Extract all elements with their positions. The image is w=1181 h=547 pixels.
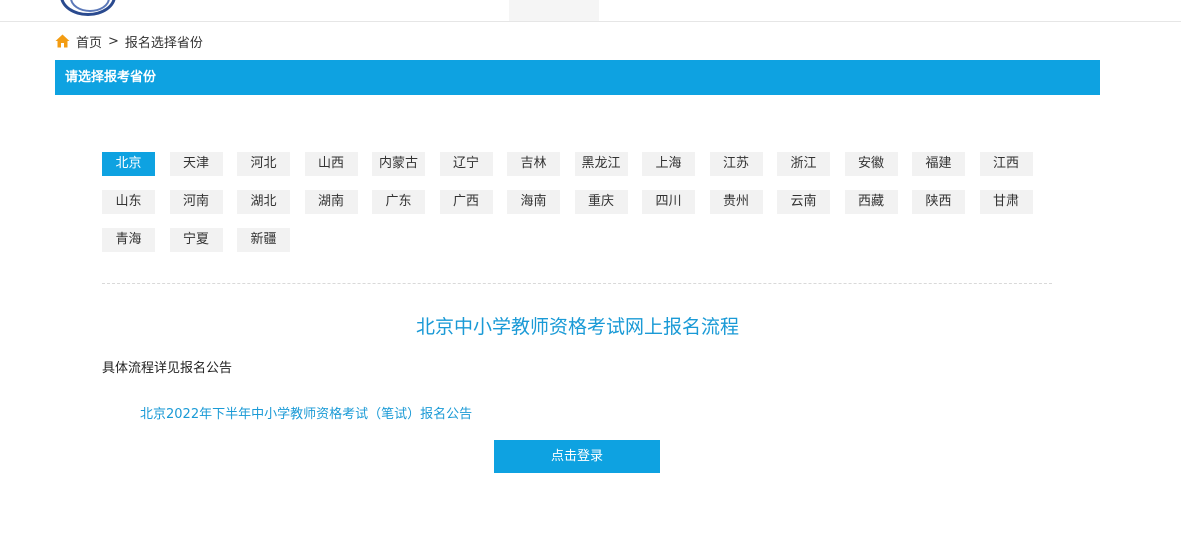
province-list: 北京 天津 河北 山西 内蒙古 辽宁 吉林 黑龙江 上海 江苏 浙江 安徽 福建 江西山东 河南 湖北 湖南 广东…	[102, 152, 1062, 252]
province-button[interactable]: 吉林	[507, 152, 560, 176]
divider	[102, 283, 1052, 284]
province-button[interactable]: 天津	[169, 152, 223, 176]
province-button[interactable]: 广西	[439, 190, 493, 214]
top-header	[0, 0, 1181, 22]
province-button[interactable]: 福建	[912, 152, 965, 176]
province-button[interactable]: 甘肃	[979, 190, 1033, 214]
province-button[interactable]: 海南	[507, 190, 560, 214]
province-button[interactable]: 重庆	[574, 190, 628, 214]
province-button[interactable]: 山东	[102, 190, 155, 214]
province-button[interactable]: 广东	[372, 190, 425, 214]
province-button[interactable]: 山西	[304, 152, 358, 176]
province-button[interactable]: 上海	[642, 152, 695, 176]
province-button[interactable]: 贵州	[709, 190, 763, 214]
province-button[interactable]: 湖南	[304, 190, 358, 214]
notice-link[interactable]: 北京2022年下半年中小学教师资格考试（笔试）报名公告	[140, 403, 472, 422]
province-button[interactable]: 黑龙江	[574, 152, 628, 176]
breadcrumb-home-link[interactable]: 首页	[76, 32, 102, 51]
province-button[interactable]: 宁夏	[169, 228, 223, 252]
province-button[interactable]: 内蒙古	[372, 152, 425, 176]
province-button[interactable]: 河北	[237, 152, 290, 176]
site-logo[interactable]	[60, 0, 116, 16]
top-nav-item[interactable]	[509, 0, 599, 21]
province-button[interactable]: 新疆	[237, 228, 290, 252]
login-button[interactable]: 点击登录	[494, 440, 660, 473]
flow-title: 北京中小学教师资格考试网上报名流程	[415, 316, 739, 338]
province-button[interactable]: 河南	[169, 190, 223, 214]
province-button[interactable]: 江西	[979, 152, 1033, 176]
province-button[interactable]: 北京	[102, 152, 155, 176]
province-button[interactable]: 陕西	[912, 190, 965, 214]
breadcrumb-separator: >	[108, 33, 119, 49]
breadcrumb: 首页 > 报名选择省份	[55, 31, 203, 51]
province-button[interactable]: 云南	[777, 190, 830, 214]
province-button[interactable]: 江苏	[709, 152, 763, 176]
province-button[interactable]: 青海	[102, 228, 155, 252]
section-header: 请选择报考省份	[55, 60, 1100, 95]
province-button[interactable]: 西藏	[844, 190, 898, 214]
home-icon	[55, 34, 70, 48]
province-button[interactable]: 安徽	[844, 152, 898, 176]
breadcrumb-current: 报名选择省份	[124, 35, 203, 51]
province-button[interactable]: 湖北	[237, 190, 290, 214]
flow-description: 具体流程详见报名公告	[102, 361, 233, 376]
province-button[interactable]: 浙江	[777, 152, 830, 176]
province-button[interactable]: 四川	[642, 190, 695, 214]
province-button[interactable]: 辽宁	[439, 152, 493, 176]
